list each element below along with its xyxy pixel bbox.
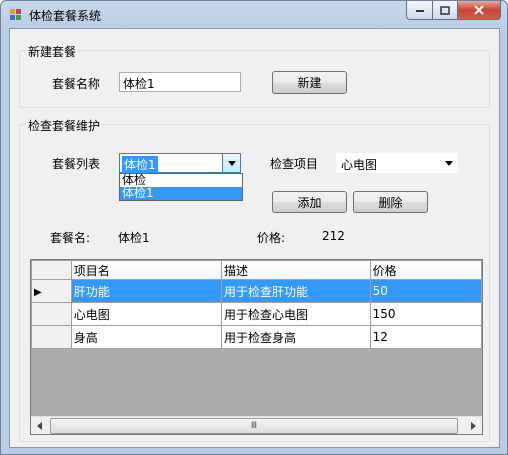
- horizontal-scrollbar[interactable]: Ⅲ: [31, 416, 482, 434]
- scroll-right-button[interactable]: [465, 417, 482, 434]
- add-button[interactable]: 添加: [272, 191, 347, 213]
- table-row[interactable]: ▶ 肝功能 用于检查肝功能 50: [31, 279, 482, 303]
- chevron-right-icon: [471, 421, 476, 430]
- table-row[interactable]: 身高 用于检查身高 12: [31, 325, 482, 349]
- new-package-group-title: 新建套餐: [26, 43, 79, 60]
- create-button[interactable]: 新建: [272, 71, 347, 94]
- package-name-label: 套餐名称: [52, 77, 101, 91]
- title-bar[interactable]: 体检套餐系统: [1, 1, 507, 27]
- cell-price[interactable]: 12: [369, 325, 482, 349]
- new-package-group: 新建套餐 套餐名称 体检1 新建: [19, 43, 490, 108]
- close-icon: [474, 5, 484, 15]
- maximize-button[interactable]: [433, 1, 458, 20]
- package-list-value: 体检1: [122, 156, 158, 173]
- check-item-label: 检查项目: [270, 157, 319, 171]
- items-table: 项目名 描述 价格 ▶ 肝功能 用于检查肝功能 50 心电图 用于检查心电图 1…: [31, 260, 482, 349]
- app-icon: [10, 9, 21, 20]
- corner-header: [31, 260, 72, 280]
- package-maintenance-group: 检查套餐维护 套餐列表 体检1 体检 体检1 检查项目 心电图 添加 删除 套餐…: [19, 117, 490, 442]
- row-header[interactable]: [31, 302, 72, 326]
- header-row: 项目名 描述 价格: [31, 260, 482, 280]
- chevron-left-icon: [37, 421, 42, 430]
- check-item-combo[interactable]: 心电图: [336, 153, 458, 173]
- cell-price[interactable]: 50: [369, 279, 482, 303]
- scroll-left-button[interactable]: [31, 417, 48, 434]
- cell-desc[interactable]: 用于检查心电图: [221, 302, 371, 326]
- maintenance-group-title: 检查套餐维护: [26, 117, 103, 134]
- cell-desc[interactable]: 用于检查身高: [221, 325, 371, 349]
- price-caption: 价格:: [257, 231, 286, 245]
- row-header[interactable]: ▶: [31, 279, 72, 303]
- window-title: 体检套餐系统: [29, 9, 102, 23]
- minimize-button[interactable]: [406, 1, 433, 20]
- maximize-icon: [440, 5, 450, 15]
- package-option[interactable]: 体检1: [120, 187, 242, 200]
- column-header-price[interactable]: 价格: [369, 260, 482, 280]
- column-header-desc[interactable]: 描述: [221, 260, 371, 280]
- close-button[interactable]: [458, 1, 501, 20]
- package-list-dropdown: 体检 体检1: [119, 173, 243, 201]
- price-value: 212: [322, 229, 345, 243]
- main-window: 体检套餐系统 新建套餐 套餐名称 体检1 新建 检查套餐维护 套餐列表 体检1 …: [0, 0, 508, 455]
- chevron-down-icon[interactable]: [222, 154, 240, 172]
- scroll-thumb[interactable]: Ⅲ: [50, 418, 458, 434]
- items-grid[interactable]: 项目名 描述 价格 ▶ 肝功能 用于检查肝功能 50 心电图 用于检查心电图 1…: [30, 259, 483, 435]
- package-name-input[interactable]: 体检1: [119, 72, 241, 92]
- table-row[interactable]: 心电图 用于检查心电图 150: [31, 302, 482, 326]
- grip-icon: Ⅲ: [250, 421, 258, 431]
- package-name-caption: 套餐名:: [50, 231, 91, 245]
- package-list-label: 套餐列表: [52, 157, 101, 171]
- package-list-combo[interactable]: 体检1: [119, 153, 241, 173]
- client-area: 新建套餐 套餐名称 体检1 新建 检查套餐维护 套餐列表 体检1 体检 体检1 …: [9, 28, 500, 448]
- column-header-name[interactable]: 项目名: [70, 260, 223, 280]
- cell-desc[interactable]: 用于检查肝功能: [221, 279, 371, 303]
- package-name-value: 体检1: [118, 231, 150, 245]
- chevron-down-icon[interactable]: [440, 154, 457, 172]
- current-row-icon: ▶: [34, 287, 42, 298]
- minimize-icon: [415, 10, 424, 12]
- check-item-value: 心电图: [341, 158, 378, 172]
- row-header[interactable]: [31, 325, 72, 349]
- cell-name[interactable]: 肝功能: [70, 279, 223, 303]
- cell-name[interactable]: 身高: [70, 325, 223, 349]
- delete-button[interactable]: 删除: [353, 191, 428, 213]
- cell-name[interactable]: 心电图: [70, 302, 223, 326]
- cell-price[interactable]: 150: [369, 302, 482, 326]
